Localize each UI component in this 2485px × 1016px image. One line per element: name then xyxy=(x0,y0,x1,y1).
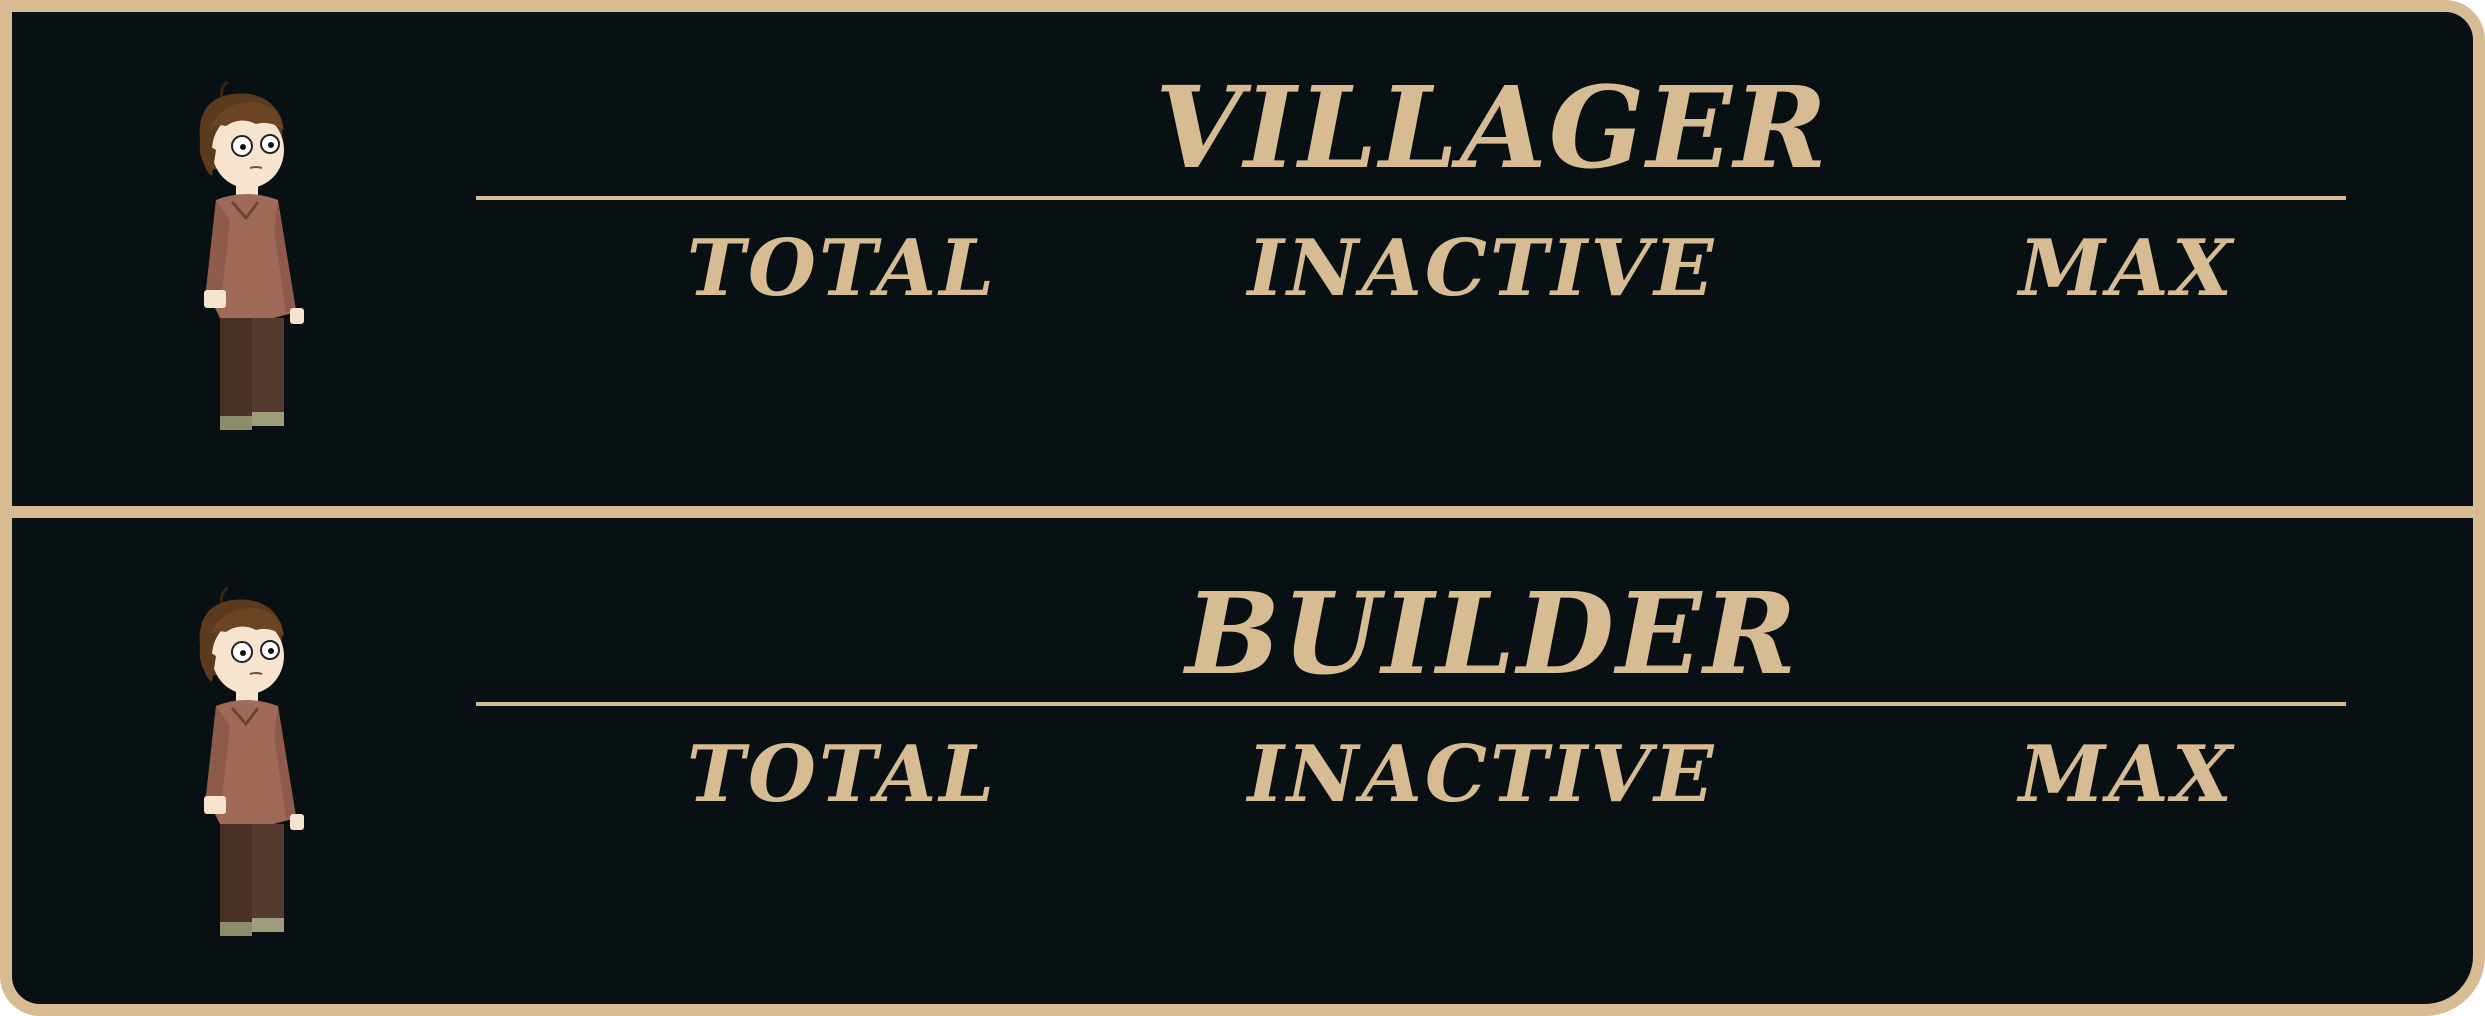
job-stats-frame: VILLAGER TOTAL INACTIVE MAX BUILDER TOTA… xyxy=(0,0,2485,1016)
villager-panel: VILLAGER TOTAL INACTIVE MAX xyxy=(12,12,2473,502)
villager-inactive-header: INACTIVE xyxy=(1247,223,1717,314)
builder-title-divider xyxy=(476,702,2346,706)
villager-total-header: TOTAL xyxy=(686,223,998,314)
builder-character-icon xyxy=(192,586,332,956)
builder-panel: BUILDER TOTAL INACTIVE MAX xyxy=(12,518,2473,1004)
panel-divider xyxy=(12,506,2473,518)
builder-max-header: MAX xyxy=(2018,729,2236,820)
builder-inactive-header: INACTIVE xyxy=(1247,729,1717,820)
villager-title-divider xyxy=(476,196,2346,200)
villager-character-icon xyxy=(192,80,332,450)
villager-title: VILLAGER xyxy=(1155,63,1829,194)
builder-total-header: TOTAL xyxy=(686,729,998,820)
builder-title: BUILDER xyxy=(1185,569,1799,700)
villager-max-header: MAX xyxy=(2018,223,2236,314)
